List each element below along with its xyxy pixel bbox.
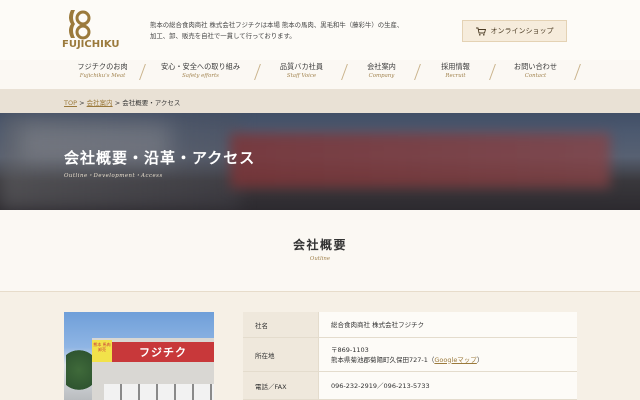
address-line: 熊本県菊池郡菊陽町久保田727-1（Googleマップ） — [331, 355, 484, 364]
outline-section-header: 会社概要 Outline — [0, 210, 640, 292]
breadcrumb: TOP > 会社案内 > 会社概要・アクセス — [64, 97, 180, 107]
tagline-line-1: 熊本の総合食肉商社 株式会社フジチクは本場 熊本の馬肉、黒毛和牛（藤彩牛）の生産… — [150, 21, 404, 29]
row-value-name: 総合食肉商社 株式会社フジチク — [319, 312, 577, 337]
section-subtitle: Outline — [309, 256, 331, 262]
logo-text: FUJICHIKU — [62, 39, 120, 50]
page-subtitle: Outline・Development・Access — [64, 173, 163, 179]
nav-item-recruit[interactable]: 採用情報 Recruit — [418, 60, 496, 88]
nav-sublabel: Fujichiku's Meat — [79, 73, 126, 79]
company-name: 総合食肉商社 株式会社フジチク — [331, 320, 425, 329]
photo-sign: フジチク — [112, 342, 214, 362]
postal-code: 〒869-1103 — [331, 345, 369, 354]
online-shop-label: オンラインショップ — [490, 27, 554, 35]
nav-label: 安心・安全への取り組み — [160, 62, 241, 71]
nav-label: お問い合わせ — [513, 62, 558, 71]
row-label-name: 社名 — [243, 312, 319, 337]
nav-sublabel: Staff Voice — [286, 73, 317, 79]
nav-sublabel: Contact — [524, 73, 547, 79]
nav-label: 会社案内 — [367, 62, 396, 71]
nav-item-safety[interactable]: 安心・安全への取り組み Safety efforts — [143, 60, 261, 88]
row-label-phone: 電話／FAX — [243, 372, 319, 399]
breadcrumb-current: 会社概要・アクセス — [122, 99, 181, 107]
breadcrumb-separator: > — [79, 99, 85, 107]
hero-banner: 会社概要・沿革・アクセス Outline・Development・Access — [0, 113, 640, 210]
breadcrumb-top-link[interactable]: TOP — [64, 99, 77, 107]
nav-item-contact[interactable]: お問い合わせ Contact — [493, 60, 581, 88]
tagline-line-2: 加工、卸、販売を自社で一貫して行っております。 — [150, 32, 296, 40]
nav-item-company[interactable]: 会社案内 Company — [345, 60, 421, 88]
photo-tree — [66, 350, 92, 400]
online-shop-button[interactable]: オンラインショップ — [462, 20, 567, 42]
logo[interactable]: FUJICHIKU — [62, 8, 132, 52]
cart-icon — [475, 27, 486, 36]
nav-label: フジチクのお肉 — [77, 62, 128, 71]
main-nav: フジチクのお肉 Fujichiku's Meat 安心・安全への取り組み Saf… — [62, 60, 581, 88]
nav-sublabel: Safety efforts — [182, 73, 219, 79]
breadcrumb-separator: > — [114, 99, 121, 107]
table-row: 電話／FAX 096-232-2919／096-213-5733 — [243, 372, 577, 400]
nav-item-staff[interactable]: 品質バカ社員 Staff Voice — [258, 60, 348, 88]
address-text: 熊本県菊池郡菊陽町久保田727-1 — [331, 355, 428, 364]
photo-trucks — [104, 384, 214, 400]
page-title: 会社概要・沿革・アクセス — [64, 149, 256, 167]
nav-label: 採用情報 — [441, 62, 470, 71]
site-header: FUJICHIKU 熊本の総合食肉商社 株式会社フジチクは本場 熊本の馬肉、黒毛… — [0, 0, 640, 60]
phone-fax: 096-232-2919／096-213-5733 — [331, 381, 430, 390]
breadcrumb-bar: TOP > 会社案内 > 会社概要・アクセス — [0, 89, 640, 113]
company-outline: 熊本 馬肉 卸売 フジチク 社名 総合食肉商社 株式会社フジチク 所在地 〒86… — [0, 292, 640, 400]
photo-sub-sign: 熊本 馬肉 卸売 — [92, 340, 112, 362]
company-info-table: 社名 総合食肉商社 株式会社フジチク 所在地 〒869-1103 熊本県菊池郡菊… — [243, 312, 577, 400]
breadcrumb-company-link[interactable]: 会社案内 — [87, 99, 113, 107]
google-map-link[interactable]: Googleマップ — [434, 356, 476, 364]
row-label-address: 所在地 — [243, 338, 319, 371]
nav-item-meat[interactable]: フジチクのお肉 Fujichiku's Meat — [62, 60, 146, 88]
table-row: 社名 総合食肉商社 株式会社フジチク — [243, 312, 577, 338]
nav-label: 品質バカ社員 — [279, 62, 324, 71]
section-title: 会社概要 — [292, 238, 347, 252]
table-row: 所在地 〒869-1103 熊本県菊池郡菊陽町久保田727-1（Googleマッ… — [243, 338, 577, 372]
site-tagline: 熊本の総合食肉商社 株式会社フジチクは本場 熊本の馬肉、黒毛和牛（藤彩牛）の生産… — [150, 20, 450, 42]
row-value-phone: 096-232-2919／096-213-5733 — [319, 372, 577, 399]
company-building-photo: 熊本 馬肉 卸売 フジチク — [64, 312, 214, 400]
row-value-address: 〒869-1103 熊本県菊池郡菊陽町久保田727-1（Googleマップ） — [319, 338, 577, 371]
nav-sublabel: Recruit — [445, 73, 466, 79]
logo-mark-icon — [69, 10, 91, 40]
nav-sublabel: Company — [368, 73, 395, 79]
